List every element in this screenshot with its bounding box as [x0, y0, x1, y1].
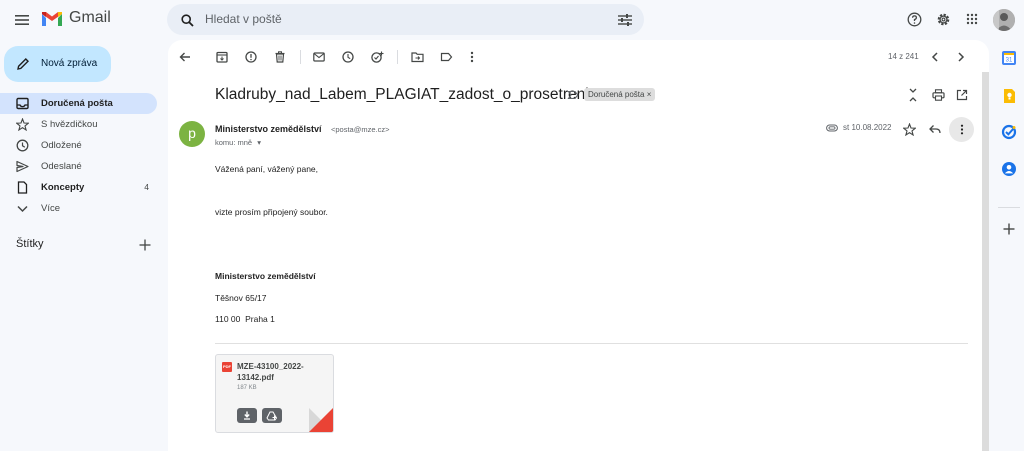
- search-bar[interactable]: Hledat v poště: [167, 4, 644, 35]
- sidebar-item-label: S hvězdičkou: [41, 119, 98, 130]
- labels-heading: Štítky: [16, 238, 44, 250]
- sidebar-item-label: Více: [41, 203, 61, 214]
- send-icon: [16, 160, 29, 173]
- recipient-label: komu: mně: [215, 138, 253, 147]
- search-input[interactable]: Hledat v poště: [205, 12, 282, 26]
- pencil-icon: [16, 57, 30, 71]
- print-icon[interactable]: [926, 83, 950, 107]
- newer-chevron-left-icon[interactable]: [923, 45, 947, 69]
- sidebar-item-inbox[interactable]: Doručená pošta: [0, 93, 157, 114]
- message-more-vert-icon[interactable]: [949, 117, 974, 142]
- calendar-app-icon[interactable]: 31: [1001, 50, 1017, 66]
- reply-arrow-icon[interactable]: [923, 117, 947, 141]
- search-icon[interactable]: [175, 8, 199, 32]
- recipient-line[interactable]: komu: mně ▾: [215, 138, 261, 147]
- pager-count: 14 z 241: [888, 52, 919, 61]
- details-caret-icon[interactable]: ▾: [257, 138, 261, 147]
- more-vert-icon[interactable]: [460, 45, 484, 69]
- sidebar-item-label: Odeslané: [41, 161, 82, 172]
- report-spam-icon[interactable]: [239, 45, 263, 69]
- drafts-count: 4: [144, 182, 149, 192]
- sidebar-item-drafts[interactable]: Koncepty 4: [0, 177, 157, 198]
- clock-icon: [16, 139, 29, 152]
- back-arrow-icon[interactable]: [173, 45, 197, 69]
- add-task-icon[interactable]: [365, 45, 389, 69]
- open-in-new-window-icon[interactable]: [950, 83, 974, 107]
- sidebar-item-label: Doručená pošta: [41, 98, 113, 109]
- label-tag-icon[interactable]: [434, 45, 458, 69]
- gmail-logo-icon[interactable]: [41, 11, 63, 27]
- signature-organization: Ministerstvo zemědělství: [215, 271, 316, 281]
- expand-collapse-icon[interactable]: [901, 83, 925, 107]
- pdf-corner-fold: [309, 408, 333, 432]
- toolbar-divider: [397, 50, 398, 64]
- pdf-file-icon: PDF: [222, 362, 232, 372]
- signature-address-street: Těšnov 65/17: [215, 293, 267, 303]
- get-addons-plus-icon[interactable]: [997, 217, 1021, 241]
- inbox-icon: [16, 97, 29, 110]
- side-rail-divider: [998, 207, 1020, 208]
- chevron-down-icon: [16, 202, 29, 215]
- move-to-folder-icon[interactable]: [405, 45, 429, 69]
- toolbar-divider: [300, 50, 301, 64]
- search-options-icon[interactable]: [613, 8, 637, 32]
- sidebar-item-sent[interactable]: Odeslané: [0, 156, 157, 177]
- account-avatar[interactable]: [993, 9, 1015, 31]
- tasks-app-icon[interactable]: [1001, 124, 1017, 140]
- signature-address-city: 110 00 Praha 1: [215, 314, 275, 324]
- sender-avatar[interactable]: p: [179, 121, 205, 147]
- add-label-icon[interactable]: [133, 233, 157, 257]
- email-subject: Kladruby_nad_Labem_PLAGIAT_zadost_o_pros…: [215, 86, 589, 103]
- attachments-divider: [215, 343, 968, 344]
- attachment-size: 187 KB: [237, 385, 257, 391]
- email-body-line: vizte prosím připojený soubor.: [215, 207, 328, 217]
- snooze-clock-icon[interactable]: [336, 45, 360, 69]
- star-message-icon[interactable]: [897, 117, 921, 141]
- message-date: st 10.08.2022: [843, 123, 892, 132]
- keep-notes-app-icon[interactable]: [1001, 88, 1017, 104]
- mark-unread-envelope-icon[interactable]: [307, 45, 331, 69]
- inbox-label-chip[interactable]: Doručená pošta ×: [584, 88, 656, 101]
- add-to-drive-icon[interactable]: [262, 408, 282, 423]
- attachment-card[interactable]: PDF MZE-43100_2022-13142.pdf 187 KB: [215, 354, 334, 433]
- delete-trash-icon[interactable]: [268, 45, 292, 69]
- compose-button[interactable]: Nová zpráva: [4, 46, 111, 82]
- attachment-clip-icon: [826, 124, 838, 132]
- older-chevron-right-icon[interactable]: [949, 45, 973, 69]
- sender-email: <posta@mze.cz>: [331, 125, 390, 134]
- apps-grid-icon[interactable]: [960, 7, 984, 31]
- settings-gear-icon[interactable]: [931, 7, 955, 31]
- sender-name[interactable]: Ministerstvo zemědělství: [215, 124, 322, 134]
- draft-icon: [16, 181, 29, 194]
- sidebar-item-snoozed[interactable]: Odložené: [0, 135, 157, 156]
- sidebar-item-label: Koncepty: [41, 182, 85, 193]
- download-icon[interactable]: [237, 408, 257, 423]
- main-menu-icon[interactable]: [10, 8, 34, 32]
- important-marker-icon[interactable]: [561, 83, 585, 107]
- contacts-app-icon[interactable]: [1001, 161, 1017, 177]
- attachment-filename: MZE-43100_2022-13142.pdf: [237, 362, 304, 382]
- sidebar-item-more[interactable]: Více: [0, 198, 157, 219]
- help-icon[interactable]: [902, 7, 926, 31]
- app-name: Gmail: [69, 9, 111, 26]
- sidebar-item-label: Odložené: [41, 140, 82, 151]
- archive-icon[interactable]: [210, 45, 234, 69]
- message-scrollbar[interactable]: [982, 72, 989, 451]
- svg-text:31: 31: [1006, 58, 1013, 64]
- sidebar-item-starred[interactable]: S hvězdičkou: [0, 114, 157, 135]
- compose-label: Nová zpráva: [41, 58, 98, 69]
- star-icon: [16, 118, 29, 131]
- email-greeting: Vážená paní, vážený pane,: [215, 164, 319, 174]
